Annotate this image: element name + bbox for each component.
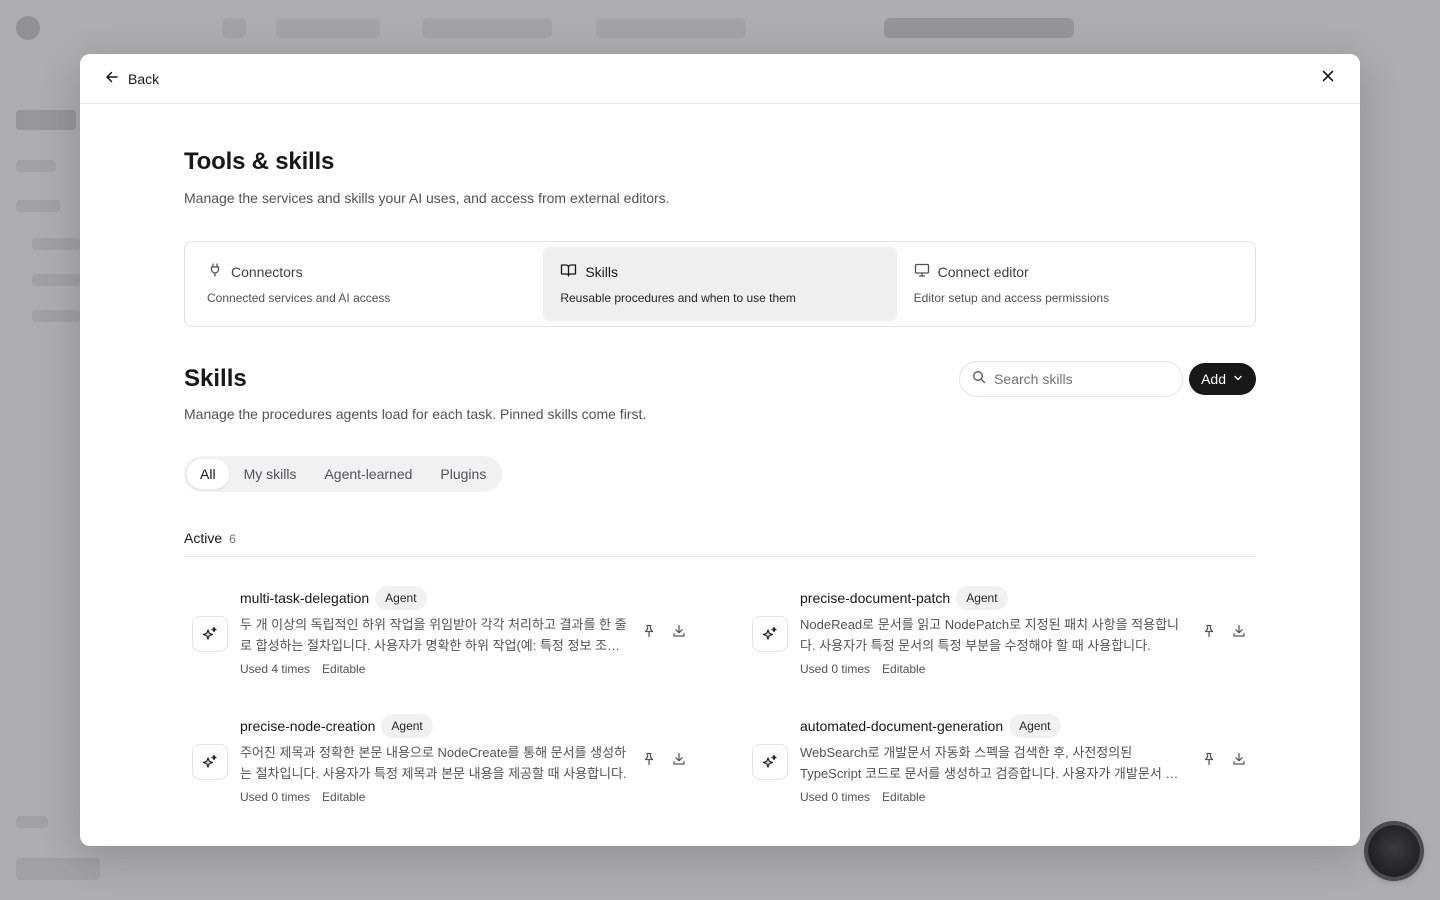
filter-all[interactable]: All <box>187 459 229 489</box>
skill-usage: Used 0 times <box>800 790 871 804</box>
sparkles-icon <box>192 616 228 652</box>
assistant-fab-button[interactable] <box>1368 825 1420 877</box>
skills-header: Skills Manage the procedures agents load… <box>184 361 1256 422</box>
close-button[interactable] <box>1318 69 1338 89</box>
tools-skills-modal: Back Tools & skills Manage the services … <box>80 54 1360 846</box>
skill-badge: Agent <box>381 714 433 738</box>
skills-title: Skills <box>184 365 247 392</box>
download-icon[interactable] <box>670 622 688 640</box>
section-tabs: Connectors Connected services and AI acc… <box>184 241 1256 327</box>
search-input[interactable] <box>994 371 1165 387</box>
modal-content: Tools & skills Manage the services and s… <box>184 104 1256 812</box>
filter-agent-learned[interactable]: Agent-learned <box>311 459 425 489</box>
filter-tabs: All My skills Agent-learned Plugins <box>184 456 503 492</box>
search-icon <box>972 370 986 389</box>
tab-connectors[interactable]: Connectors Connected services and AI acc… <box>190 247 543 321</box>
skill-name: multi-task-delegation <box>240 590 370 606</box>
tab-skills[interactable]: Skills Reusable procedures and when to u… <box>543 247 897 321</box>
pin-icon[interactable] <box>1200 750 1218 768</box>
skill-card[interactable]: precise-node-creation Agent 주어진 제목과 정확한 … <box>184 714 696 812</box>
monitor-icon <box>914 262 930 281</box>
plug-icon <box>207 262 223 281</box>
active-section-header: Active 6 <box>184 530 1256 546</box>
skill-usage: Used 0 times <box>240 790 311 804</box>
pin-icon[interactable] <box>640 622 658 640</box>
skill-badge: Agent <box>956 586 1008 610</box>
skills-toolbar: Add <box>959 361 1256 397</box>
page-description: Manage the services and skills your AI u… <box>184 190 670 206</box>
section-divider <box>184 556 1256 557</box>
tab-connect-editor-sub: Editor setup and access permissions <box>913 291 1110 305</box>
skill-usage: Used 4 times <box>240 662 311 676</box>
section-label: Active <box>184 530 223 546</box>
arrow-left-icon <box>104 69 120 88</box>
skills-grid: multi-task-delegation Agent 두 개 이상의 독립적인… <box>184 586 1256 812</box>
add-label: Add <box>1201 371 1226 387</box>
skill-description: NodeRead로 문서를 읽고 NodePatch로 지정된 패치 사항을 적… <box>800 617 1179 653</box>
tab-connectors-sub: Connected services and AI access <box>207 291 391 305</box>
skill-card[interactable]: precise-document-patch Agent NodeRead로 문… <box>744 586 1256 684</box>
tab-connectors-label: Connectors <box>231 263 303 280</box>
pin-icon[interactable] <box>640 750 658 768</box>
skill-status: Editable <box>322 662 366 676</box>
filter-my-skills[interactable]: My skills <box>231 459 310 489</box>
page-title: Tools & skills <box>184 148 335 175</box>
download-icon[interactable] <box>1230 750 1248 768</box>
skill-card[interactable]: automated-document-generation Agent WebS… <box>744 714 1256 812</box>
book-icon <box>560 262 577 281</box>
skill-badge: Agent <box>375 586 427 610</box>
download-icon[interactable] <box>670 750 688 768</box>
skill-description: WebSearch로 개발문서 자동화 스펙을 검색한 후, 사전정의된 Typ… <box>800 745 1190 781</box>
skill-status: Editable <box>882 790 926 804</box>
back-label: Back <box>128 70 160 87</box>
tab-skills-label: Skills <box>585 263 618 280</box>
tab-connect-editor-label: Connect editor <box>937 263 1029 280</box>
skill-card[interactable]: multi-task-delegation Agent 두 개 이상의 독립적인… <box>184 586 696 684</box>
add-button[interactable]: Add <box>1189 363 1256 395</box>
modal-header: Back <box>80 54 1360 104</box>
skill-name: automated-document-generation <box>800 718 1004 734</box>
search-field[interactable] <box>959 361 1184 397</box>
pin-icon[interactable] <box>1200 622 1218 640</box>
sparkles-icon <box>752 744 788 780</box>
back-button[interactable]: Back <box>104 69 159 88</box>
section-count: 6 <box>229 532 236 546</box>
skill-description: 두 개 이상의 독립적인 하위 작업을 위임받아 각각 처리하고 결과를 한 줄… <box>240 617 627 653</box>
tab-skills-sub: Reusable procedures and when to use them <box>560 291 796 305</box>
tab-connect-editor[interactable]: Connect editor Editor setup and access p… <box>897 247 1250 321</box>
skill-status: Editable <box>882 662 926 676</box>
skill-usage: Used 0 times <box>800 662 871 676</box>
download-icon[interactable] <box>1230 622 1248 640</box>
skill-name: precise-document-patch <box>800 590 951 606</box>
skill-description: 주어진 제목과 정확한 본문 내용으로 NodeCreate를 통해 문서를 생… <box>240 745 627 781</box>
sparkles-icon <box>752 616 788 652</box>
skills-description: Manage the procedures agents load for ea… <box>184 406 647 422</box>
skill-badge: Agent <box>1009 714 1061 738</box>
close-icon <box>1321 69 1335 88</box>
chevron-down-icon <box>1232 371 1244 387</box>
skill-status: Editable <box>322 790 366 804</box>
sparkles-icon <box>192 744 228 780</box>
skill-name: precise-node-creation <box>240 718 376 734</box>
filter-plugins[interactable]: Plugins <box>427 459 499 489</box>
